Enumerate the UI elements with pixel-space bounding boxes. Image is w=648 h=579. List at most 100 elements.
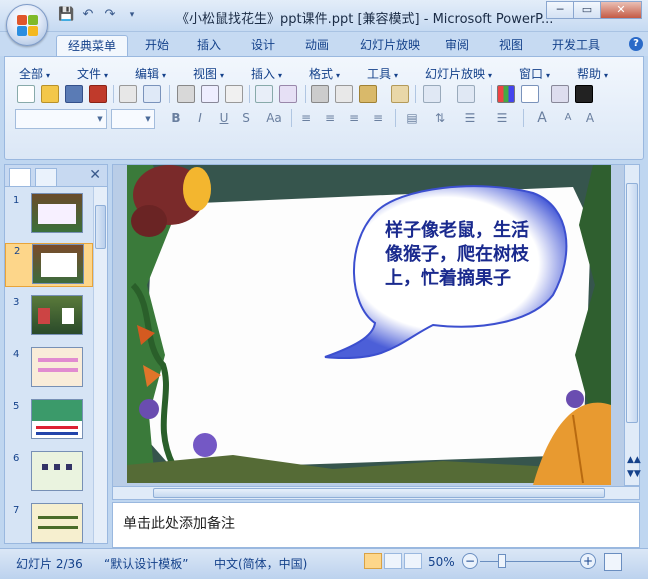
research-icon[interactable] xyxy=(279,85,297,103)
language-indicator[interactable]: 中文(简体，中国) xyxy=(214,555,307,572)
format-painter-icon[interactable] xyxy=(391,85,409,103)
increase-font-icon[interactable]: A xyxy=(533,109,551,127)
italic-icon[interactable]: I xyxy=(191,109,209,127)
menu-insert[interactable]: 插入 ▾ xyxy=(251,65,282,82)
menu-tools[interactable]: 工具 ▾ xyxy=(367,65,398,82)
slideshow-button[interactable] xyxy=(404,553,422,569)
slide-thumbnail[interactable]: 1 xyxy=(5,193,93,237)
scrollbar-thumb[interactable] xyxy=(153,488,605,498)
tab-classic-menu[interactable]: 经典菜单 xyxy=(56,35,128,56)
next-slide-icon[interactable]: ▼▼ xyxy=(627,469,641,479)
bold-icon[interactable]: B xyxy=(167,109,185,127)
menu-help[interactable]: 帮助 ▾ xyxy=(577,65,608,82)
speech-bubble-text[interactable]: 样子像老鼠，生活像猴子，爬在树枝上，忙着摘果子 xyxy=(385,219,545,291)
close-icon[interactable]: ✕ xyxy=(89,167,101,183)
align-left-icon[interactable]: ≡ xyxy=(297,109,315,127)
minimize-button[interactable]: ─ xyxy=(546,1,574,19)
prev-slide-icon[interactable]: ▲▲ xyxy=(627,455,641,465)
zoom-in-icon[interactable]: + xyxy=(580,553,596,569)
slide-thumbnail[interactable]: 5 xyxy=(5,399,93,443)
underline-icon[interactable]: U xyxy=(215,109,233,127)
menu-all[interactable]: 全部 ▾ xyxy=(19,65,50,82)
decrease-font-icon[interactable]: A xyxy=(559,109,577,127)
tab-insert[interactable]: 插入 xyxy=(190,35,228,56)
print-preview-icon[interactable] xyxy=(201,85,219,103)
menu-file[interactable]: 文件 ▾ xyxy=(77,65,108,82)
slide-vertical-scrollbar[interactable]: ▲▲ ▼▼ xyxy=(624,164,641,486)
scrollbar-thumb[interactable] xyxy=(95,205,106,249)
slide-thumbnail[interactable]: 3 xyxy=(5,295,93,339)
menu-view[interactable]: 视图 ▾ xyxy=(193,65,224,82)
tab-animation[interactable]: 动画 xyxy=(298,35,336,56)
open-icon[interactable] xyxy=(41,85,59,103)
shadow-icon[interactable]: S xyxy=(237,109,255,127)
undo-icon[interactable] xyxy=(423,85,441,103)
slide-sorter-button[interactable] xyxy=(384,553,402,569)
menu-edit[interactable]: 编辑 ▾ xyxy=(135,65,166,82)
zoom-slider[interactable] xyxy=(480,561,580,562)
design-template[interactable]: “默认设计模板” xyxy=(104,555,188,572)
permission-icon[interactable] xyxy=(89,85,107,103)
bullets-icon[interactable]: ☰ xyxy=(461,109,479,127)
zoom-slider-thumb[interactable] xyxy=(498,554,506,568)
slide-thumbnail[interactable]: 7 xyxy=(5,503,93,547)
tab-review[interactable]: 审阅 xyxy=(438,35,476,56)
slide-canvas[interactable]: 样子像老鼠，生活像猴子，爬在树枝上，忙着摘果子 xyxy=(112,164,625,487)
tab-view[interactable]: 视图 xyxy=(492,35,530,56)
attach-icon[interactable] xyxy=(143,85,161,103)
outline-tab[interactable] xyxy=(35,168,57,186)
help-icon[interactable]: ? xyxy=(629,37,643,51)
font-name-combo[interactable]: ▼ xyxy=(15,109,107,129)
tab-developer[interactable]: 开发工具 xyxy=(544,35,608,56)
color-view-icon[interactable] xyxy=(575,85,593,103)
tab-design[interactable]: 设计 xyxy=(244,35,282,56)
scrollbar-thumb[interactable] xyxy=(626,183,638,423)
insert-chart-icon[interactable] xyxy=(497,85,515,103)
office-button[interactable] xyxy=(6,4,48,46)
paste-icon[interactable] xyxy=(359,85,377,103)
new-icon[interactable] xyxy=(17,85,35,103)
zoom-out-icon[interactable]: − xyxy=(462,553,478,569)
slide-horizontal-scrollbar[interactable] xyxy=(112,486,640,500)
slide-preview xyxy=(31,503,83,543)
spelling-icon[interactable] xyxy=(255,85,273,103)
normal-view-button[interactable] xyxy=(364,553,382,569)
tab-home[interactable]: 开始 xyxy=(138,35,176,56)
slide-thumbnail-selected[interactable]: 2 xyxy=(5,243,93,287)
slide-thumbnail[interactable]: 6 xyxy=(5,451,93,495)
justify-icon[interactable]: ≡ xyxy=(369,109,387,127)
zoom-level[interactable]: 50% xyxy=(428,555,455,569)
text-direction-icon[interactable]: ⇅ xyxy=(431,109,449,127)
menu-slideshow[interactable]: 幻灯片放映 ▾ xyxy=(425,65,492,82)
close-button[interactable]: ✕ xyxy=(600,1,642,19)
save-icon[interactable]: 💾 xyxy=(58,7,74,23)
menu-window[interactable]: 窗口 ▾ xyxy=(519,65,550,82)
menu-format[interactable]: 格式 ▾ xyxy=(309,65,340,82)
slides-tab[interactable] xyxy=(9,168,31,186)
columns-icon[interactable]: ▤ xyxy=(403,109,421,127)
save-icon[interactable] xyxy=(65,85,83,103)
undo-icon[interactable]: ↶ xyxy=(80,7,96,23)
notes-pane[interactable]: 单击此处添加备注 xyxy=(112,502,640,548)
customize-icon[interactable]: ▾ xyxy=(124,7,140,23)
numbering-icon[interactable]: ☰ xyxy=(493,109,511,127)
redo-icon[interactable]: ↷ xyxy=(102,7,118,23)
insert-table-icon[interactable] xyxy=(521,85,539,103)
align-center-icon[interactable]: ≡ xyxy=(321,109,339,127)
fit-to-window-icon[interactable] xyxy=(604,553,622,571)
grayscale-icon[interactable] xyxy=(551,85,569,103)
restore-button[interactable]: ▭ xyxy=(573,1,601,19)
print-icon[interactable] xyxy=(177,85,195,103)
redo-icon[interactable] xyxy=(457,85,475,103)
thumbnail-scrollbar[interactable] xyxy=(93,187,107,543)
tab-slideshow[interactable]: 幻灯片放映 xyxy=(352,35,428,56)
page-setup-icon[interactable] xyxy=(225,85,243,103)
font-size-combo[interactable]: ▼ xyxy=(111,109,155,129)
cut-icon[interactable] xyxy=(311,85,329,103)
change-case-icon[interactable]: Aa xyxy=(263,109,285,127)
align-right-icon[interactable]: ≡ xyxy=(345,109,363,127)
pdf-icon[interactable] xyxy=(119,85,137,103)
text-color-icon[interactable]: A xyxy=(581,109,599,127)
copy-icon[interactable] xyxy=(335,85,353,103)
slide-thumbnail[interactable]: 4 xyxy=(5,347,93,391)
